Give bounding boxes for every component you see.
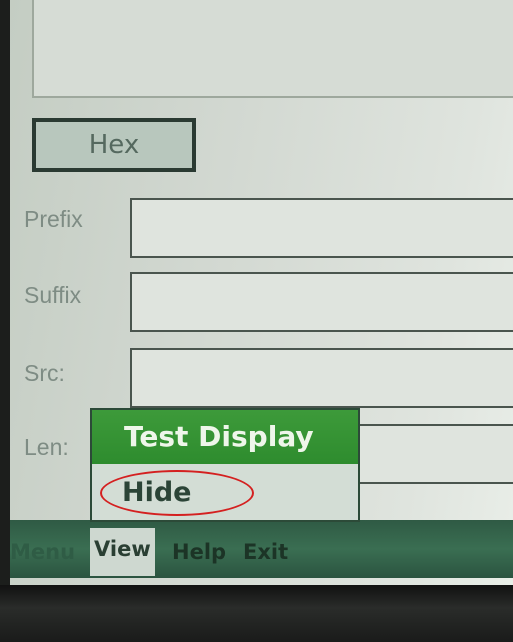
menu-view[interactable]: View [90,528,155,576]
output-text-area[interactable] [32,0,513,98]
menu-item-test-display[interactable]: Test Display [92,410,358,464]
hex-button[interactable]: Hex [32,118,196,172]
prefix-input[interactable] [130,198,513,258]
device-screen: Hex Prefix Suffix Src: Len: Menu View He… [10,0,513,585]
menu-exit[interactable]: Exit [243,540,288,564]
len-label: Len: [24,434,69,460]
suffix-input[interactable] [130,272,513,332]
src-input[interactable] [130,348,513,408]
menu-help[interactable]: Help [172,540,226,564]
prefix-label: Prefix [24,206,83,232]
menu-menu[interactable]: Menu [10,540,75,564]
device-bezel [0,585,513,642]
src-label: Src: [24,360,65,386]
suffix-label: Suffix [24,282,82,308]
menu-bar: Menu View Help Exit [10,520,513,578]
highlight-ellipse [100,470,254,516]
